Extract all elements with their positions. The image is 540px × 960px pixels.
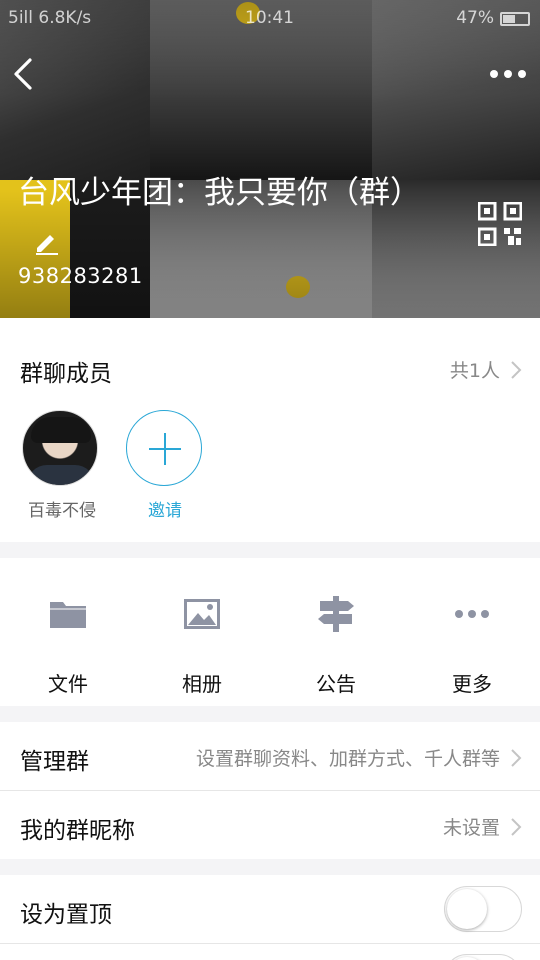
invite-button[interactable]: 邀请 xyxy=(126,410,204,521)
invite-label: 邀请 xyxy=(148,501,182,521)
members-title: 群聊成员 xyxy=(20,361,112,387)
plus-icon xyxy=(126,410,202,486)
tool-label: 公告 xyxy=(316,672,356,696)
pin-top-row: 设为置顶 xyxy=(0,875,540,943)
my-nickname-label: 我的群昵称 xyxy=(20,818,135,844)
folder-icon xyxy=(50,602,86,628)
my-nickname-row[interactable]: 我的群昵称 未设置 xyxy=(0,791,540,859)
pin-top-label: 设为置顶 xyxy=(20,902,112,928)
setting-toggle[interactable] xyxy=(444,954,522,960)
more-dots-icon xyxy=(455,610,489,618)
chevron-right-icon xyxy=(511,817,522,836)
qr-code-button[interactable] xyxy=(477,201,523,247)
pin-top-toggle[interactable] xyxy=(444,886,522,932)
member-name: 百毒不侵 xyxy=(28,501,96,521)
members-count-link[interactable]: 共1人 xyxy=(450,356,522,383)
chevron-left-icon xyxy=(14,58,32,90)
tool-label: 相册 xyxy=(182,672,222,696)
edit-pencil-icon[interactable] xyxy=(34,224,60,255)
chevron-right-icon xyxy=(511,360,522,379)
qr-code-icon xyxy=(477,201,523,247)
chevron-right-icon xyxy=(511,748,522,767)
battery-icon xyxy=(500,12,530,26)
files-button[interactable]: 文件 xyxy=(22,594,114,697)
image-icon xyxy=(184,599,220,629)
clock: 10:41 xyxy=(245,8,294,28)
group-id: 938283281 xyxy=(18,264,143,288)
group-title: 台风少年团：我只要你（群） xyxy=(18,172,421,256)
network-speed: 5ill 6.8K/s xyxy=(8,8,92,28)
next-setting-row xyxy=(0,944,540,960)
group-title-text: 台风少年团：我只要你（群） xyxy=(18,175,421,211)
announcement-button[interactable]: 公告 xyxy=(290,594,382,697)
album-button[interactable]: 相册 xyxy=(156,594,248,697)
manage-group-label: 管理群 xyxy=(20,749,89,775)
more-dots-icon xyxy=(490,70,526,78)
manage-group-row[interactable]: 管理群 设置群聊资料、加群方式、千人群等 xyxy=(0,722,540,790)
tool-label: 更多 xyxy=(452,672,492,696)
my-nickname-value: 未设置 xyxy=(443,813,522,840)
back-button[interactable] xyxy=(6,52,46,96)
status-bar: 5ill 6.8K/s 10:41 47% xyxy=(0,0,540,36)
signpost-icon xyxy=(318,596,354,632)
group-header: 5ill 6.8K/s 10:41 47% 台风少年团：我只要你（群） 9382… xyxy=(0,0,540,318)
more-options-button[interactable] xyxy=(486,60,530,88)
avatar xyxy=(22,410,98,486)
battery-percent: 47% xyxy=(456,8,494,28)
members-count: 共1人 xyxy=(449,360,500,382)
members-section: 群聊成员 共1人 百毒不侵 邀请 xyxy=(0,318,540,542)
manage-group-value: 设置群聊资料、加群方式、千人群等 xyxy=(196,744,522,771)
group-tools-section: 文件 相册 公告 更多 xyxy=(0,558,540,706)
more-tools-button[interactable]: 更多 xyxy=(426,594,518,697)
member-item[interactable]: 百毒不侵 xyxy=(22,410,102,521)
tool-label: 文件 xyxy=(48,672,88,696)
